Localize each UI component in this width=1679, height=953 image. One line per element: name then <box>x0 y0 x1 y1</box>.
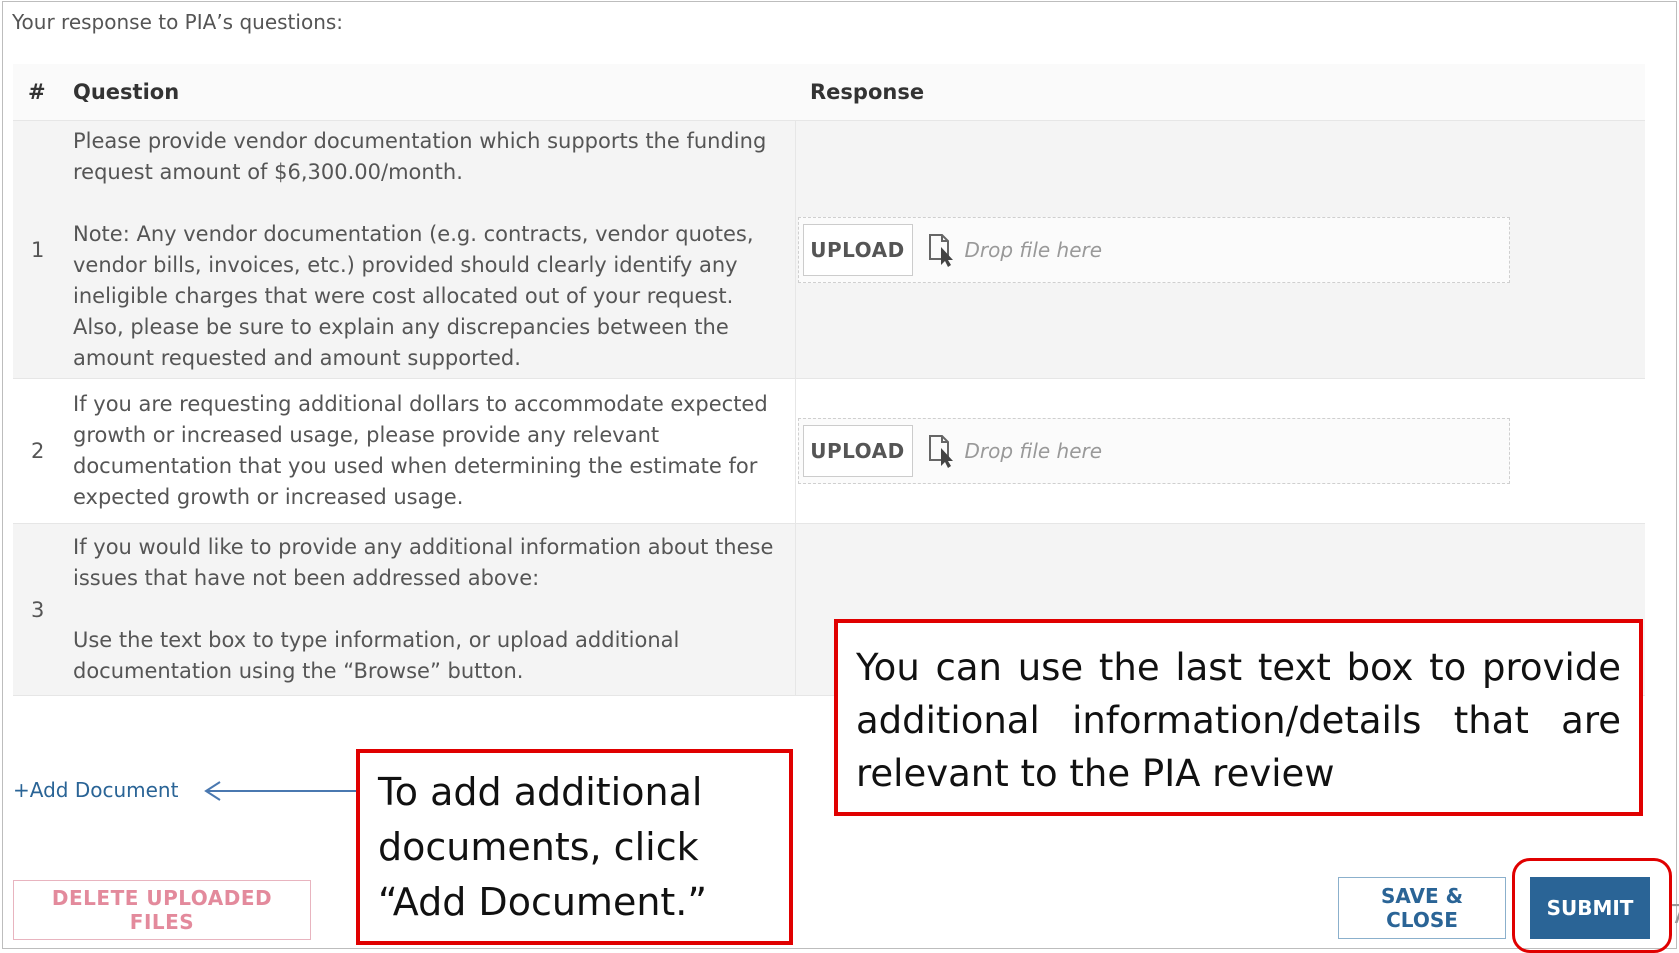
table-header-row: # Question Response <box>13 64 1645 121</box>
drop-zone[interactable]: UPLOAD Drop file here <box>797 418 1510 484</box>
file-drop-icon <box>927 233 957 267</box>
row-number: 2 <box>13 378 58 524</box>
save-close-button[interactable]: SAVE & CLOSE <box>1338 877 1506 939</box>
delete-uploaded-files-button[interactable]: DELETE UPLOADED FILES <box>13 880 311 940</box>
question-text: If you would like to provide any additio… <box>73 535 774 590</box>
table-row: 2 If you are requesting additional dolla… <box>13 378 1645 524</box>
question-note: Note: Any vendor documentation (e.g. con… <box>73 221 754 370</box>
upload-button[interactable]: UPLOAD <box>802 223 913 276</box>
row-number: 1 <box>13 120 58 379</box>
response-cell: UPLOAD Drop file here <box>795 120 1645 379</box>
question-cell: If you are requesting additional dollars… <box>58 378 796 524</box>
response-cell: UPLOAD Drop file here <box>795 378 1645 524</box>
header-response: Response <box>795 64 1645 121</box>
questions-table: # Question Response 1 Please provide ven… <box>13 64 1645 696</box>
submit-highlight-outline <box>1512 858 1672 953</box>
slide-number-fragment: 7 <box>1670 900 1679 930</box>
callout-text-box-tip: You can use the last text box to provide… <box>834 619 1643 816</box>
question-cell: If you would like to provide any additio… <box>58 523 796 696</box>
upload-button[interactable]: UPLOAD <box>802 425 913 477</box>
drop-placeholder: Drop file here <box>964 237 1103 262</box>
arrow-left-icon <box>204 781 358 801</box>
table-row: 1 Please provide vendor documentation wh… <box>13 120 1645 379</box>
add-document-link[interactable]: +Add Document <box>13 778 178 802</box>
question-text: If you are requesting additional dollars… <box>73 392 768 509</box>
question-text: Please provide vendor documentation whic… <box>73 128 767 184</box>
drop-placeholder: Drop file here <box>964 439 1103 463</box>
file-drop-icon <box>927 434 957 468</box>
header-num: # <box>13 64 58 121</box>
callout-add-document-tip: To add additional documents, click “Add … <box>356 749 793 945</box>
intro-text: Your response to PIA’s questions: <box>12 10 344 34</box>
header-question: Question <box>58 64 795 121</box>
drop-zone[interactable]: UPLOAD Drop file here <box>797 216 1510 283</box>
row-number: 3 <box>13 523 58 696</box>
question-cell: Please provide vendor documentation whic… <box>58 120 796 379</box>
question-note: Use the text box to type information, or… <box>73 628 680 683</box>
